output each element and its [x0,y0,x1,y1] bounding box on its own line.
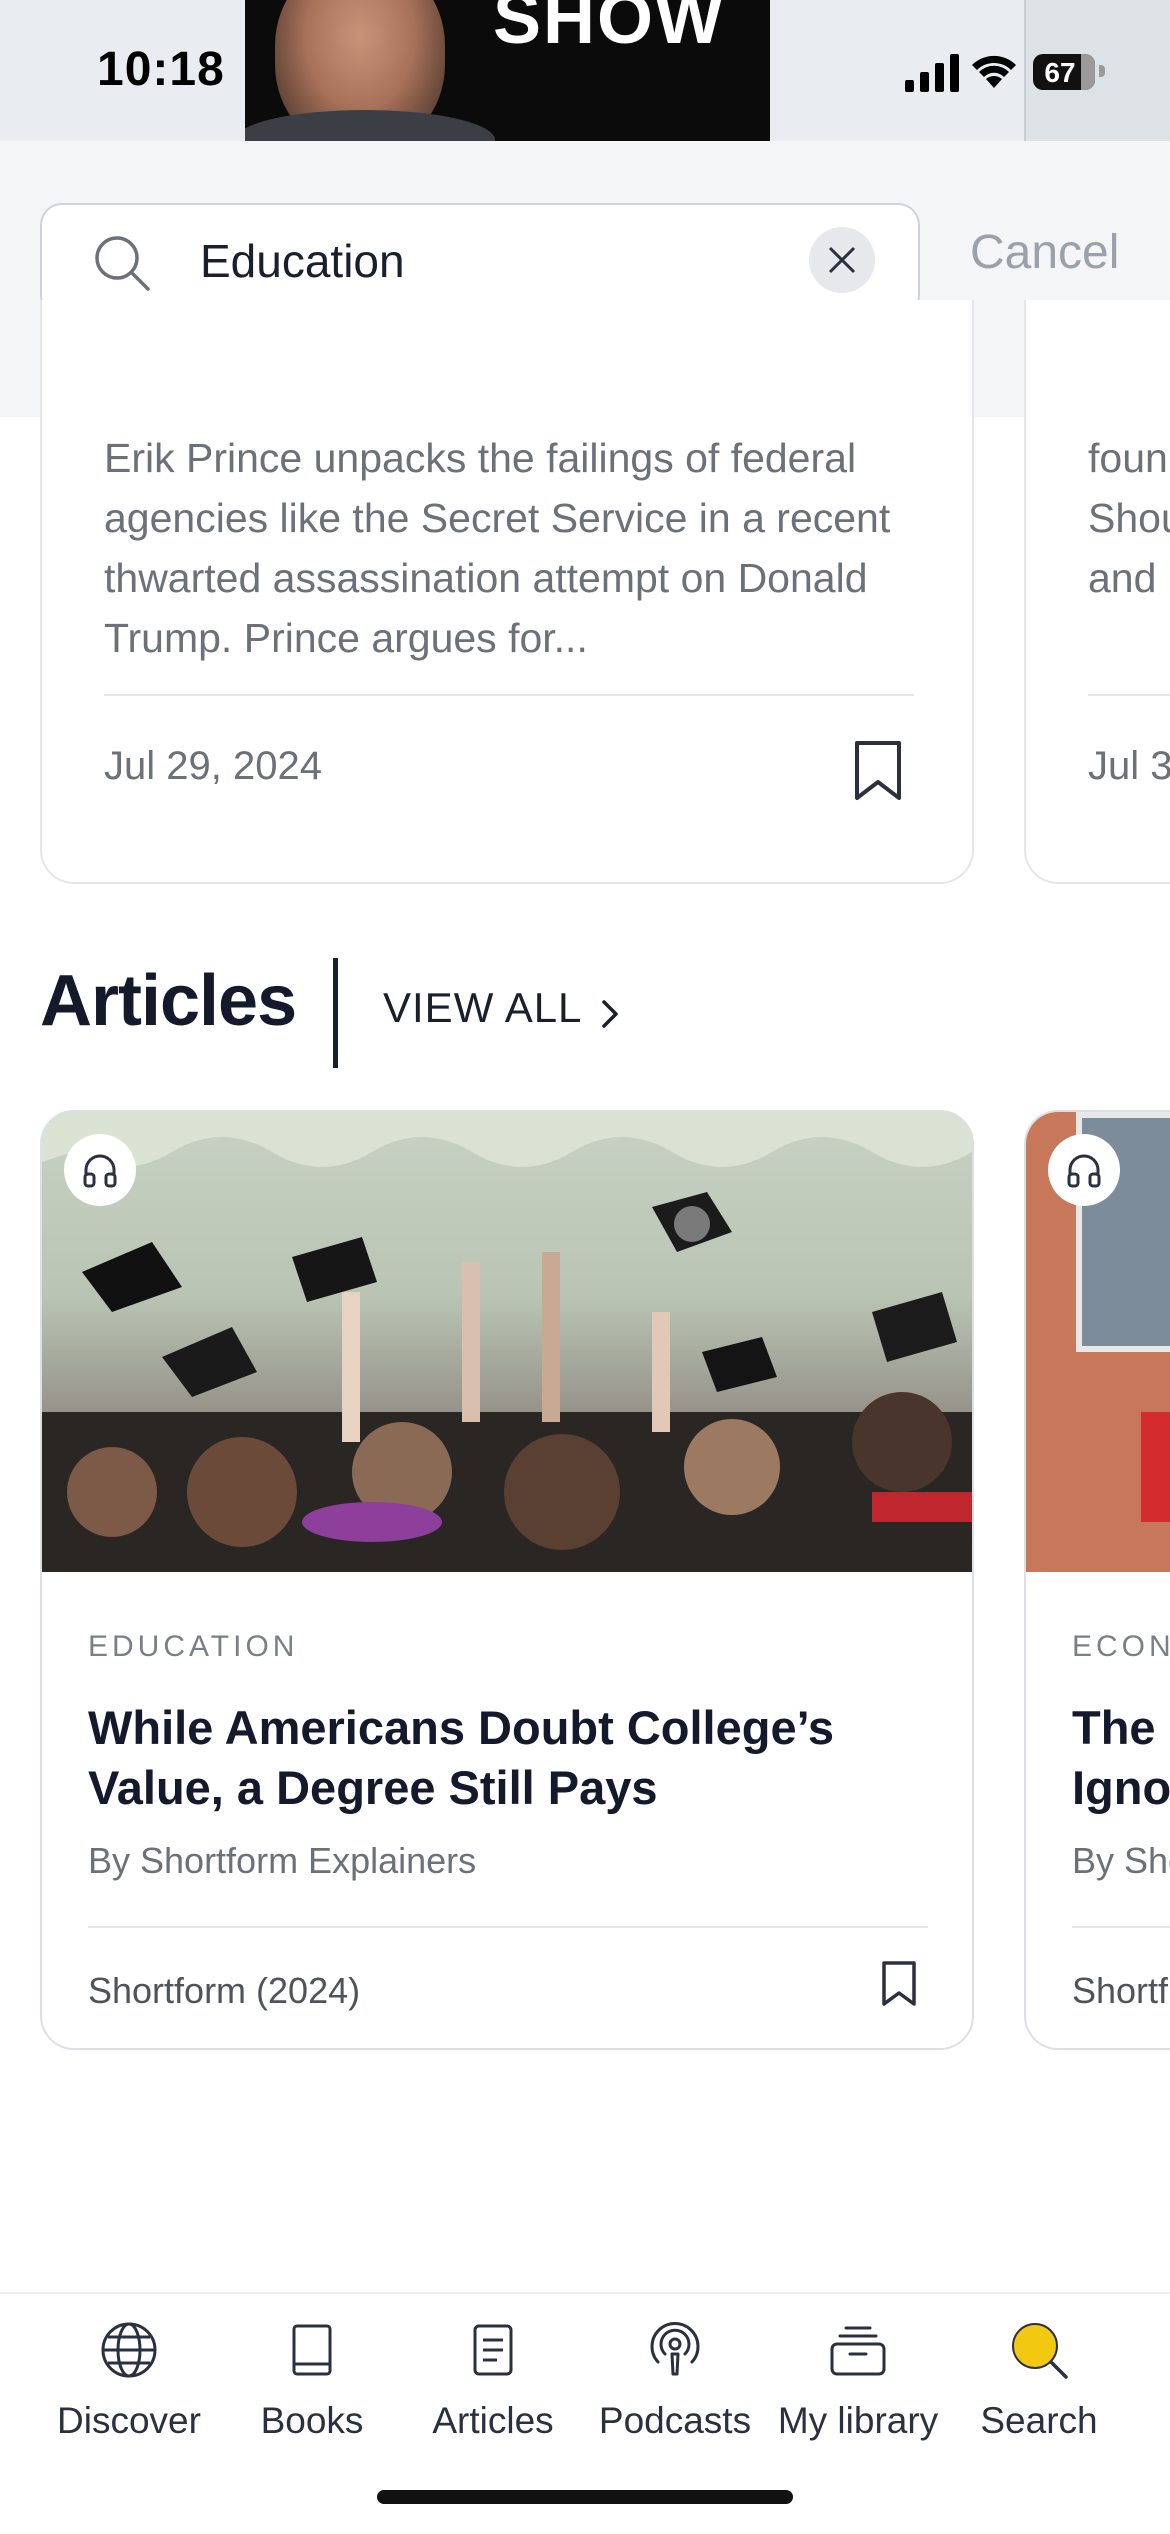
podcast-card[interactable]: foun Shou and Jul 3 [1024,300,1170,884]
card-divider [88,1926,928,1928]
search-icon [1012,2323,1068,2379]
graduation-illustration [42,1112,972,1572]
podcast-date: Jul 29, 2024 [104,744,322,788]
headphones-icon [83,1154,117,1188]
article-image-graduation [42,1112,972,1572]
article-icon [473,2324,513,2376]
search-icon [95,236,150,291]
tab-search[interactable]: Search [949,2320,1129,2460]
article-image-building [1026,1112,1170,1572]
tab-books[interactable]: Books [222,2320,402,2460]
home-indicator[interactable] [377,2490,793,2504]
article-card[interactable]: ECON The Igno By Sho Shortf [1024,1110,1170,2050]
video-overlay-text: SHOW [493,0,725,59]
bookmark-icon[interactable] [880,1960,918,2008]
headphones-icon [1067,1154,1101,1188]
section-separator [333,958,338,1068]
podcast-card[interactable]: Erik Prince unpacks the failings of fede… [40,300,974,884]
status-bar: 10:18 SHOW 67 [0,0,1170,141]
tab-podcasts[interactable]: Podcasts [585,2320,765,2460]
search-input[interactable] [198,223,822,299]
article-source: Shortform (2024) [88,1970,361,2011]
audio-badge [1048,1134,1120,1206]
podcast-date: Jul 3 [1088,744,1170,788]
battery-cap [1099,65,1105,77]
audio-badge [64,1134,136,1206]
card-divider [104,694,914,696]
close-icon [828,246,856,274]
article-category: EDUCATION [88,1630,299,1663]
podcast-description-line: and [1088,555,1157,601]
tab-articles[interactable]: Articles [403,2320,583,2460]
article-source: Shortf [1072,1970,1169,2011]
clear-search-button[interactable] [809,227,875,293]
article-title-line[interactable]: The [1072,1698,1156,1758]
podcast-description-line: Shou [1088,495,1170,541]
battery-icon: 67 [1033,54,1095,90]
podcast-icon [650,2322,700,2376]
globe-icon [101,2322,157,2378]
section-title-articles: Articles [40,961,297,1041]
tab-discover[interactable]: Discover [39,2320,219,2460]
book-icon [292,2324,332,2376]
article-title[interactable]: While Americans Doubt College’s Value, a… [88,1698,928,1818]
status-time: 10:18 [97,43,225,96]
article-category: ECON [1072,1630,1170,1663]
library-icon [830,2326,886,2376]
tab-label: Search [980,2400,1098,2441]
picture-in-picture-video[interactable]: SHOW [245,0,770,141]
article-author: By Shortform Explainers [88,1840,477,1881]
card-divider [1072,1926,1170,1928]
battery-percentage: 67 [1044,57,1076,88]
chevron-right-icon[interactable] [598,996,622,1032]
article-title-line[interactable]: Igno [1072,1758,1170,1818]
card-divider [1088,694,1170,696]
article-card[interactable]: EDUCATION While Americans Doubt College’… [40,1110,974,2050]
podcast-description-line: foun [1088,435,1168,481]
bookmark-icon[interactable] [852,740,904,802]
tab-my-library[interactable]: My library [768,2320,948,2460]
article-author: By Sho [1072,1840,1170,1881]
view-all-link[interactable]: VIEW ALL [383,984,582,1032]
podcast-description: Erik Prince unpacks the failings of fede… [104,435,891,661]
video-person-shirt [245,110,495,141]
cancel-button[interactable]: Cancel [970,225,1119,280]
cellular-signal-icon [905,54,959,92]
building-sign [1141,1412,1170,1522]
wifi-icon [972,55,1016,88]
status-icons: 67 [905,52,1115,98]
